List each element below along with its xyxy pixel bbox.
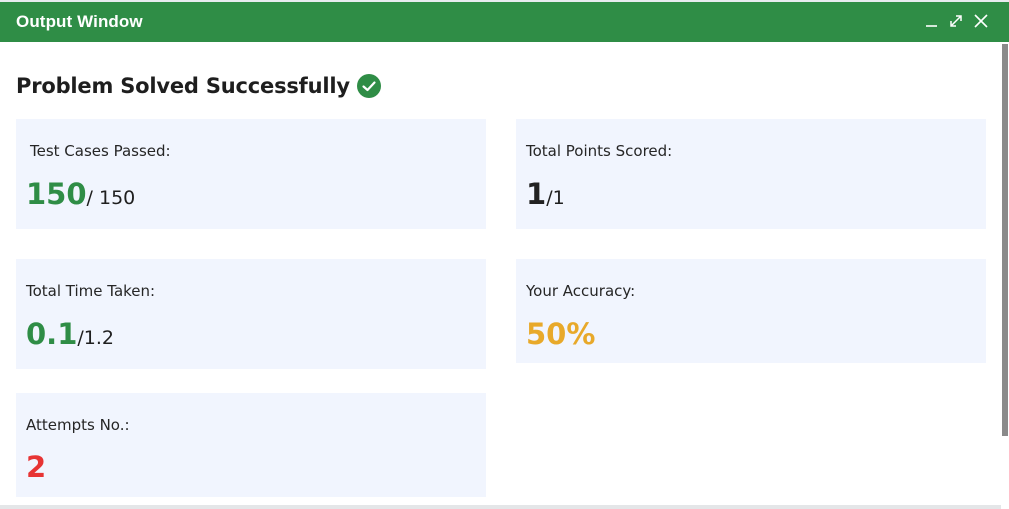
accuracy-label: Your Accuracy:: [526, 282, 636, 300]
minimize-icon: [926, 25, 937, 27]
accuracy-card: Your Accuracy: 50%: [516, 259, 986, 363]
attempts-card: Attempts No.: 2: [16, 393, 486, 497]
close-button[interactable]: [971, 11, 991, 31]
bottom-divider: [0, 505, 1001, 509]
output-window: Output Window Problem Solved Successfull…: [0, 0, 1009, 509]
check-circle-icon: [356, 73, 382, 99]
test-cases-total: / 150: [86, 187, 136, 209]
time-card: Total Time Taken: 0.1 /1.2: [16, 259, 486, 369]
attempts-value: 2: [26, 450, 47, 484]
accuracy-value-group: 50%: [526, 317, 595, 351]
time-label: Total Time Taken:: [26, 282, 156, 300]
time-taken-value: 0.1: [26, 317, 78, 351]
points-scored-value: 1: [526, 177, 547, 211]
points-label: Total Points Scored:: [526, 142, 673, 160]
scrollbar-thumb[interactable]: [1002, 44, 1008, 436]
points-value-group: 1 /1: [526, 177, 565, 211]
test-cases-card: Test Cases Passed: 150 / 150: [16, 119, 486, 229]
attempts-label: Attempts No.:: [26, 416, 130, 434]
result-heading: Problem Solved Successfully: [16, 73, 382, 99]
test-cases-value-group: 150 / 150: [26, 177, 135, 211]
time-value-group: 0.1 /1.2: [26, 317, 114, 351]
test-cases-passed-value: 150: [26, 177, 87, 211]
points-total: /1: [546, 187, 565, 209]
time-limit: /1.2: [77, 327, 114, 349]
test-cases-label: Test Cases Passed:: [30, 142, 171, 160]
points-card: Total Points Scored: 1 /1: [516, 119, 986, 229]
close-icon: [974, 14, 988, 28]
window-title: Output Window: [16, 12, 143, 31]
minimize-button[interactable]: [922, 11, 942, 31]
title-bar[interactable]: Output Window: [0, 2, 1009, 42]
expand-icon: [950, 15, 962, 27]
result-heading-text: Problem Solved Successfully: [16, 74, 350, 98]
attempts-value-group: 2: [26, 450, 46, 484]
maximize-button[interactable]: [946, 11, 966, 31]
accuracy-value: 50%: [526, 317, 596, 351]
